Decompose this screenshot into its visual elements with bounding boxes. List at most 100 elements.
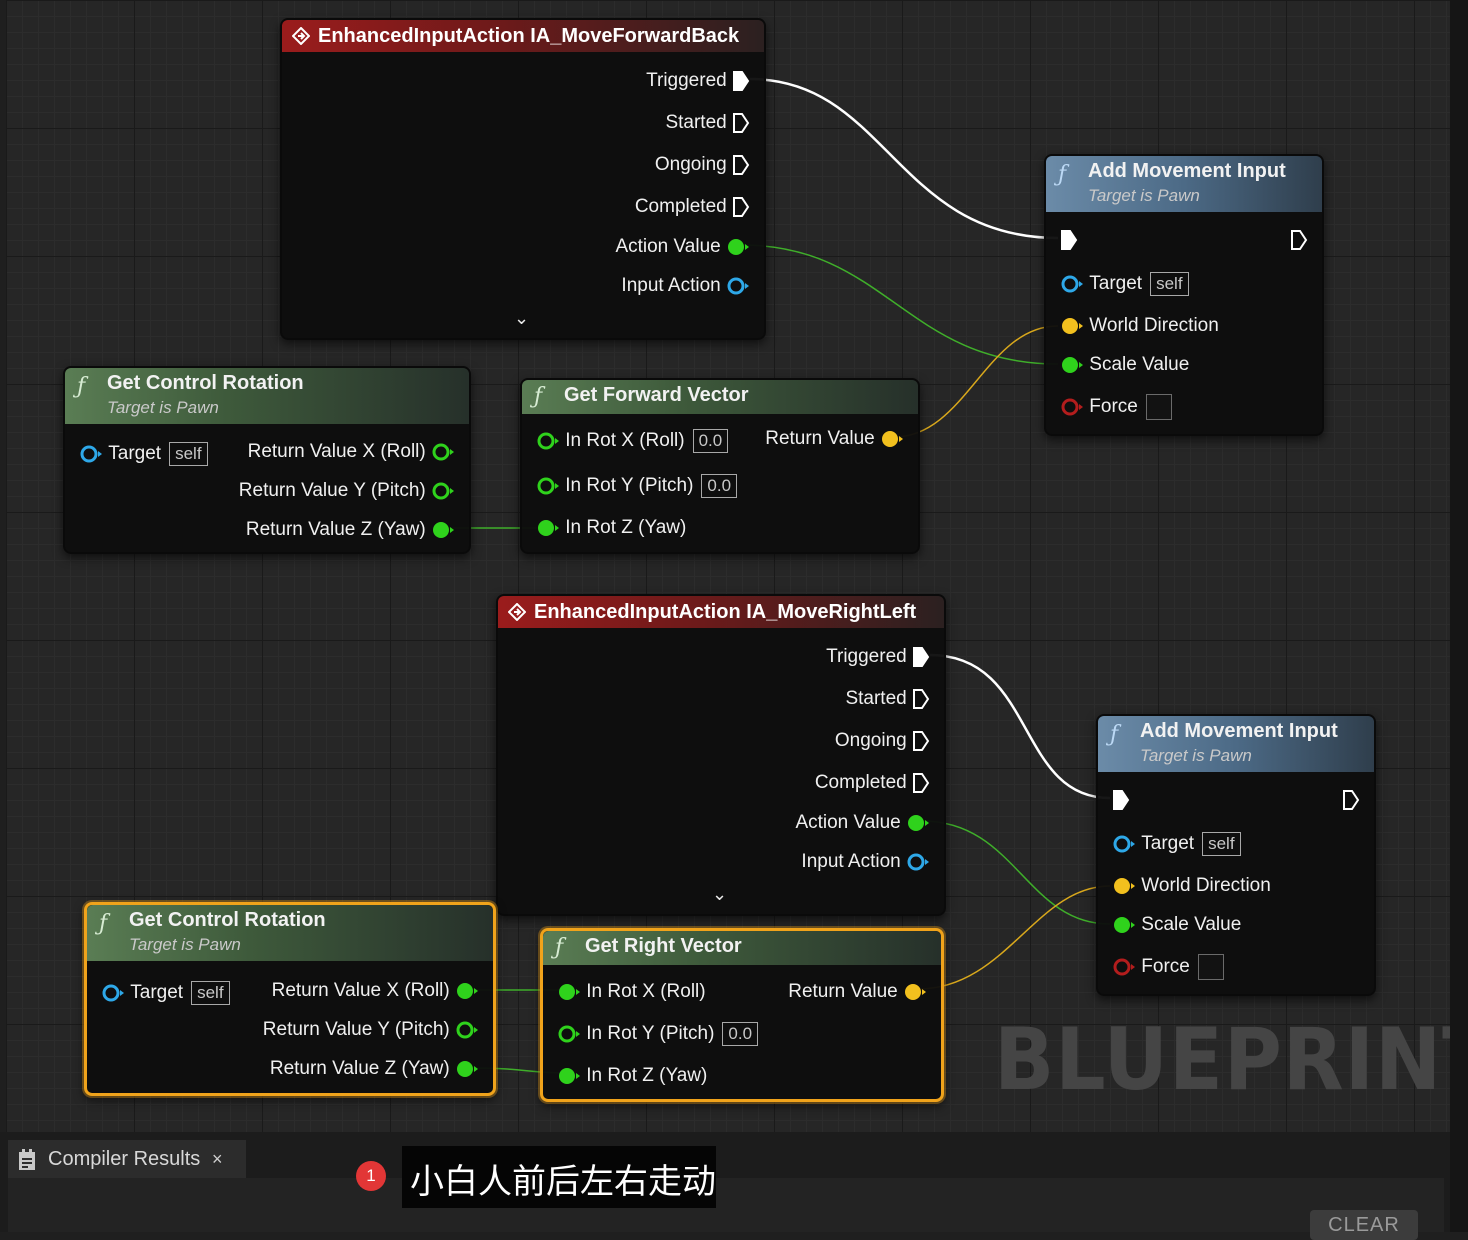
pin-target[interactable]: Target self: [101, 981, 230, 1005]
vector-pin-filled-icon: [905, 984, 926, 1000]
pin-in-rot-x[interactable]: In Rot X (Roll) 0.0: [536, 429, 729, 453]
node-subtitle: Target is Pawn: [1140, 746, 1252, 765]
node-get-forward-vector[interactable]: ƒ Get Forward Vector In Rot X (Roll) 0.0 …: [520, 378, 920, 554]
exec-pin-icon: [913, 773, 930, 793]
tab-compiler-results[interactable]: Compiler Results ×: [8, 1140, 246, 1178]
pin-return-value[interactable]: Return Value: [765, 427, 904, 451]
pin-triggered[interactable]: Triggered: [646, 69, 750, 93]
pin-completed[interactable]: Completed: [815, 771, 930, 795]
pin-force[interactable]: Force: [1060, 394, 1172, 420]
function-icon: ƒ: [534, 384, 543, 409]
exec-pin-icon: [733, 113, 750, 133]
pin-started[interactable]: Started: [845, 687, 930, 711]
pin-action-value[interactable]: Action Value: [795, 811, 930, 835]
compiler-results-panel: Compiler Results ×: [0, 1132, 1450, 1232]
object-pin-icon: [1113, 835, 1135, 853]
right-scrollbar[interactable]: [1450, 0, 1468, 1232]
pin-scale-value[interactable]: Scale Value: [1112, 913, 1241, 937]
node-ia-moverightleft[interactable]: EnhancedInputAction IA_MoveRightLeft Tri…: [496, 594, 946, 916]
expand-chevron-icon[interactable]: ⌄: [514, 308, 529, 329]
node-get-control-rotation-selected[interactable]: ƒ Get Control Rotation Target is Pawn Ta…: [84, 902, 496, 1096]
exec-pin-icon: [913, 731, 930, 751]
pin-target[interactable]: Target self: [1112, 832, 1241, 856]
pin-in-rot-y[interactable]: In Rot Y (Pitch) 0.0: [557, 1022, 759, 1046]
pin-return-value[interactable]: Return Value: [788, 980, 927, 1004]
clear-button[interactable]: CLEAR: [1310, 1210, 1418, 1240]
step-number-badge: 1: [356, 1161, 386, 1191]
exec-wire[interactable]: [929, 653, 1111, 800]
float-wire[interactable]: [741, 244, 1059, 365]
bool-pin-icon: [1061, 398, 1083, 416]
node-header: EnhancedInputAction IA_MoveRightLeft: [498, 596, 944, 628]
compiler-results-body: [8, 1178, 1444, 1232]
target-default-field[interactable]: self: [191, 981, 230, 1005]
pin-scale-value[interactable]: Scale Value: [1060, 353, 1189, 377]
pin-target[interactable]: Target self: [79, 442, 208, 466]
pin-world-direction[interactable]: World Direction: [1112, 874, 1271, 898]
pin-return-y[interactable]: Return Value Y (Pitch): [263, 1018, 479, 1042]
pin-force[interactable]: Force: [1112, 954, 1224, 980]
pin-ongoing[interactable]: Ongoing: [835, 729, 930, 753]
blueprint-graph-canvas[interactable]: BLUEPRINT EnhancedInputAction IA_MoveFor…: [6, 0, 1450, 1132]
pin-triggered[interactable]: Triggered: [826, 645, 930, 669]
pin-return-z[interactable]: Return Value Z (Yaw): [270, 1057, 479, 1081]
force-checkbox[interactable]: [1145, 394, 1172, 420]
pin-exec-out[interactable]: [1290, 228, 1308, 252]
pin-ongoing[interactable]: Ongoing: [655, 153, 750, 177]
node-title: Get Control Rotation: [107, 372, 304, 394]
pin-return-x[interactable]: Return Value X (Roll): [272, 979, 479, 1003]
pin-in-rot-z[interactable]: In Rot Z (Yaw): [536, 516, 686, 540]
in-rot-y-field[interactable]: 0.0: [701, 474, 738, 498]
target-default-field[interactable]: self: [169, 442, 208, 466]
float-pin-icon: [558, 1025, 580, 1043]
node-header: ƒ Get Control Rotation Target is Pawn: [87, 905, 493, 961]
pin-target[interactable]: Target self: [1060, 272, 1189, 296]
object-pin-icon: [80, 445, 102, 463]
caption-text: 小白人前后左右走动: [410, 1162, 716, 1202]
node-ia-moveforwardback[interactable]: EnhancedInputAction IA_MoveForwardBack T…: [280, 18, 766, 340]
pin-return-x[interactable]: Return Value X (Roll): [248, 440, 455, 464]
force-checkbox[interactable]: [1197, 954, 1224, 980]
node-title: Get Forward Vector: [564, 384, 749, 406]
pin-input-action[interactable]: Input Action: [801, 850, 930, 874]
node-header: ƒ Get Control Rotation Target is Pawn: [65, 368, 469, 424]
pin-exec-in[interactable]: [1060, 228, 1078, 252]
pin-in-rot-x[interactable]: In Rot X (Roll): [557, 980, 706, 1004]
node-add-movement-input[interactable]: ƒ Add Movement Input Target is Pawn Targ…: [1044, 154, 1324, 436]
exec-pin-filled-icon: [913, 647, 930, 667]
node-add-movement-input[interactable]: ƒ Add Movement Input Target is Pawn Targ…: [1096, 714, 1376, 996]
node-get-control-rotation[interactable]: ƒ Get Control Rotation Target is Pawn Ta…: [63, 366, 471, 554]
vector-wire[interactable]: [917, 885, 1111, 990]
in-rot-y-field[interactable]: 0.0: [722, 1022, 759, 1046]
node-get-right-vector-selected[interactable]: ƒ Get Right Vector In Rot X (Roll) In Ro…: [540, 928, 944, 1102]
float-wire[interactable]: [921, 820, 1111, 925]
pin-return-y[interactable]: Return Value Y (Pitch): [239, 479, 455, 503]
float-pin-icon: [537, 477, 559, 495]
pin-exec-in[interactable]: [1112, 788, 1130, 812]
expand-chevron-icon[interactable]: ⌄: [712, 884, 727, 905]
target-default-field[interactable]: self: [1202, 832, 1241, 856]
pin-exec-out[interactable]: [1342, 788, 1360, 812]
pin-completed[interactable]: Completed: [635, 195, 750, 219]
exec-wire[interactable]: [749, 77, 1059, 240]
close-icon[interactable]: ×: [212, 1140, 223, 1178]
pin-action-value[interactable]: Action Value: [615, 235, 750, 259]
float-pin-filled-icon: [433, 522, 454, 538]
node-subtitle: Target is Pawn: [129, 935, 241, 954]
event-diamond-icon: [508, 603, 526, 621]
pin-started[interactable]: Started: [665, 111, 750, 135]
bool-pin-icon: [1113, 958, 1135, 976]
float-pin-filled-icon: [559, 984, 580, 1000]
target-default-field[interactable]: self: [1150, 272, 1189, 296]
float-pin-filled-icon: [1062, 357, 1083, 373]
blueprint-watermark: BLUEPRINT: [994, 1010, 1450, 1110]
pin-in-rot-z[interactable]: In Rot Z (Yaw): [557, 1064, 707, 1088]
float-pin-filled-icon: [728, 239, 749, 255]
pin-world-direction[interactable]: World Direction: [1060, 314, 1219, 338]
pin-return-z[interactable]: Return Value Z (Yaw): [246, 518, 455, 542]
in-rot-x-field[interactable]: 0.0: [692, 429, 729, 453]
pin-in-rot-y[interactable]: In Rot Y (Pitch) 0.0: [536, 474, 738, 498]
pin-input-action[interactable]: Input Action: [621, 274, 750, 298]
vector-pin-filled-icon: [1114, 878, 1135, 894]
node-title: Get Right Vector: [585, 935, 742, 957]
